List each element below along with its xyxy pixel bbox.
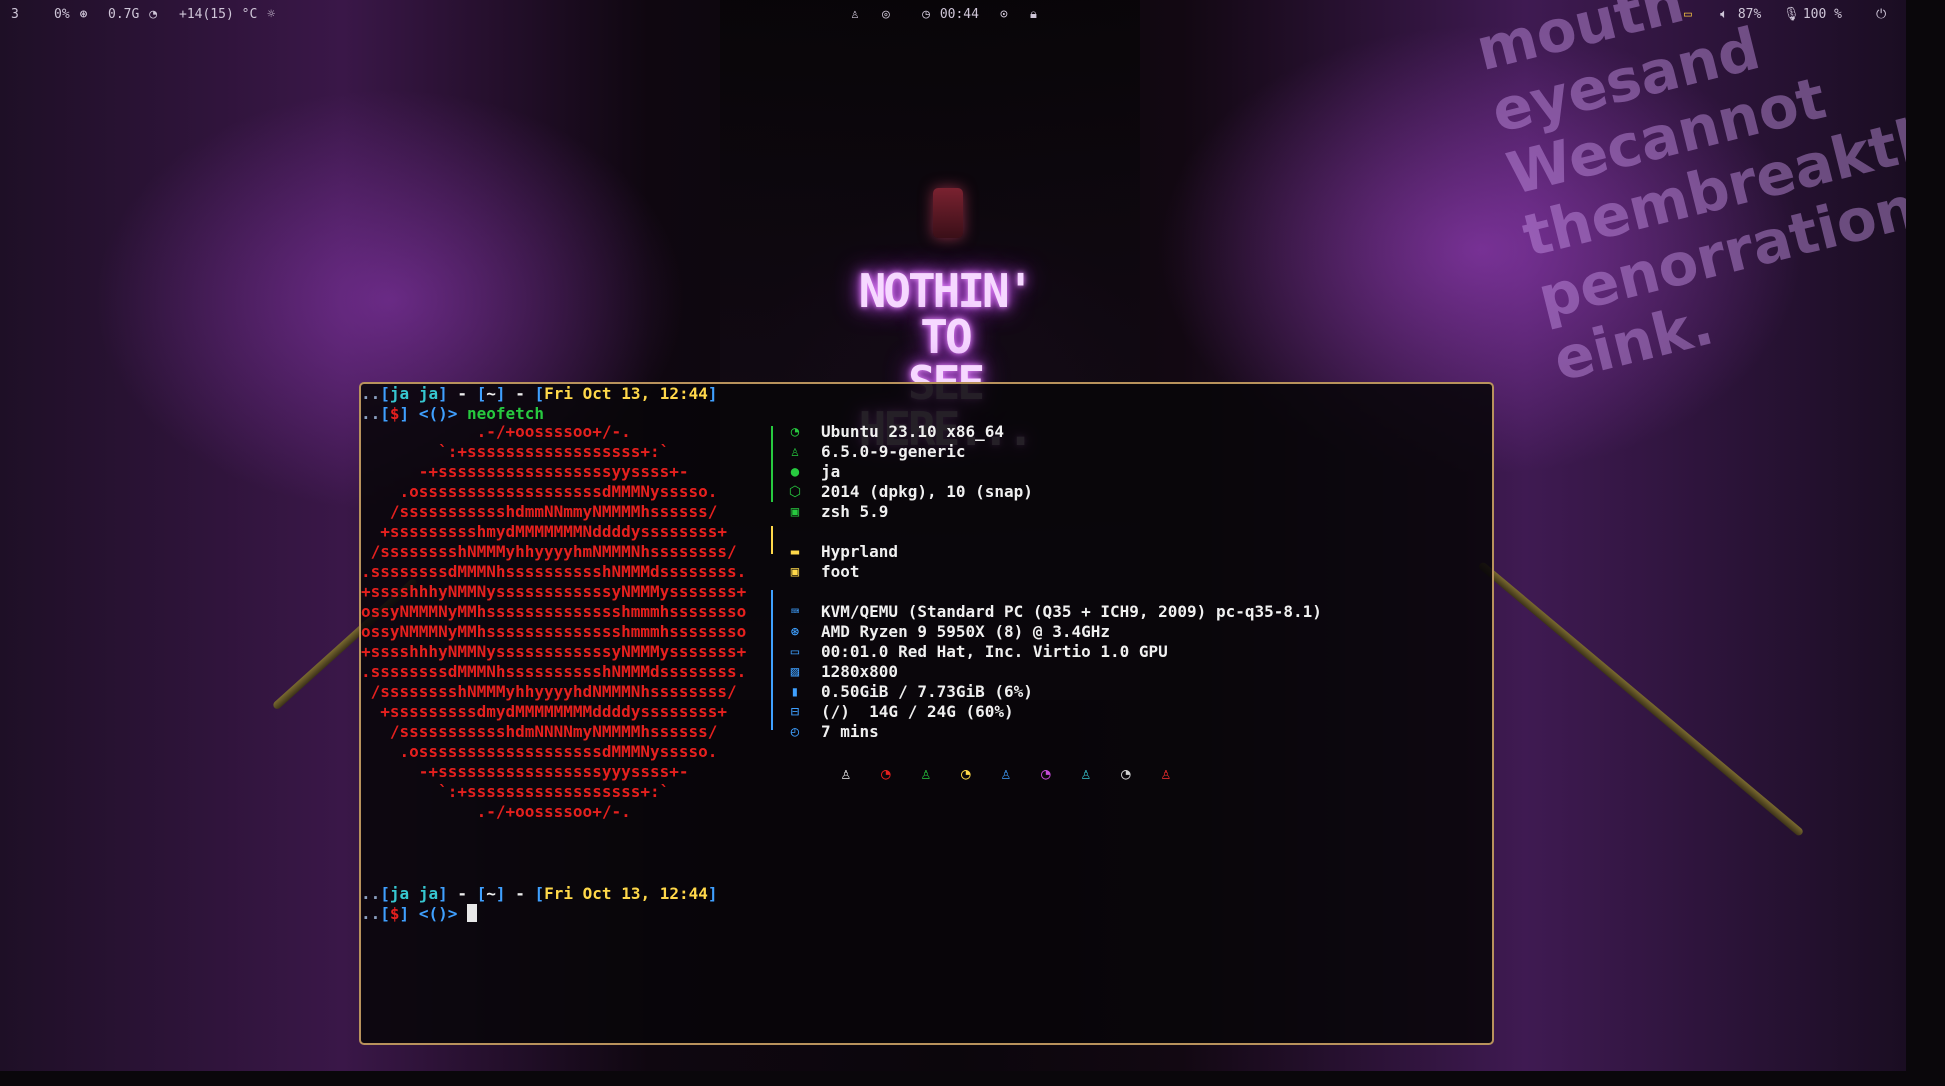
ascii-line: .ssssssssdMMMNhsssssssssshNMMMdssssssss. (361, 562, 747, 581)
memory-icon: ◔ (149, 7, 158, 22)
cpu-icon: ⊛ (79, 7, 88, 22)
prompt-symbol: $ (389, 904, 400, 923)
microphone-icon: 🎙︎ (1783, 7, 1800, 22)
ascii-line: /ssssssssssshdmmNNmmyNMMMMhssssss/ (361, 502, 718, 521)
tux-icon: ♙ (841, 764, 851, 783)
screen-edge-bottom (0, 1071, 1945, 1086)
ascii-line: +sssssssssdmydMMMMMMMMddddyssssssss+ (361, 702, 728, 721)
prompt-date: Fri Oct 13, 12:44 (544, 884, 708, 903)
prompt-tail: <()> (418, 404, 458, 423)
ascii-line: .osssssssssssssssssssdMMMNysssso. (361, 742, 718, 761)
image-icon: ▨ (790, 664, 800, 680)
ascii-line: .ssssssssdMMMNhsssssssssshNMMMdssssssss. (361, 662, 747, 681)
text-cursor (467, 904, 477, 922)
ascii-line: .-/+oossssoo+/-. (361, 422, 631, 441)
command-text: neofetch (467, 404, 545, 423)
record-icon[interactable]: ⊙ (1000, 7, 1008, 22)
volume-widget[interactable]: 🔈︎ 87% (1718, 7, 1761, 22)
prompt-symbol: $ (389, 404, 400, 423)
prompt-user: ja (389, 384, 410, 403)
wallpaper-lamp (933, 188, 963, 238)
tree-branch-system (771, 426, 773, 502)
ascii-line: .-/+oossssoo+/-. (361, 802, 631, 821)
debian-icon: ◔ (961, 764, 971, 783)
cpu-widget[interactable]: 0% ⊛ (54, 7, 89, 22)
ascii-line: +ssssssssshmydMMMMMMMNddddyssssssss+ (361, 522, 728, 541)
ascii-line: /ssssssssssshdmNNNNmyNMMMMhssssss/ (361, 722, 718, 741)
display-icon[interactable]: ▭ (1684, 7, 1692, 22)
ascii-line: -+ssssssssssssssssssyyssss+- (361, 462, 689, 481)
command-line-1: ..[$] <()> neofetch (361, 404, 545, 423)
prompt-date: Fri Oct 13, 12:44 (544, 384, 708, 403)
ascii-line: -+sssssssssssssssssyyyssss+- (361, 762, 689, 781)
status-bar: 3 0% ⊛ 0.7G ◔ +14(15) °C ☼ ♙ ◎ ◷ 00:44 ⊙… (0, 0, 1945, 28)
prompt-line-2: ..[ja ja] - [~] - [Fri Oct 13, 12:44] (361, 884, 718, 903)
workspace-indicator[interactable]: 3 (11, 7, 19, 22)
prompt-line-1: ..[ja ja] - [~] - [Fri Oct 13, 12:44] (361, 384, 718, 403)
prompt-tail: <()> (418, 904, 458, 923)
microphone-value: 100 % (1802, 7, 1842, 22)
ubuntu-ascii-logo: .-/+oossssoo+/-. `:+ssssssssssssssssss+:… (361, 422, 746, 822)
terminal-icon: ▣ (790, 504, 800, 520)
terminal-window[interactable]: ..[ja ja] - [~] - [Fri Oct 13, 12:44] ..… (359, 382, 1494, 1045)
ascii-line: ossyNMMMNyMMhsssssssssssssshmmmhssssssso (361, 602, 747, 621)
tree-branch-desktop (771, 526, 773, 554)
ascii-line: +sssshhhyNMMNyssssssssssssyNMMMysssssss+ (361, 642, 747, 661)
package-icon: ⬡ (788, 484, 802, 500)
user-icon: ● (790, 464, 800, 480)
lock-icon[interactable]: 🔒︎ (1030, 7, 1037, 22)
speaker-icon: 🔈︎ (1720, 7, 1728, 22)
temperature-widget[interactable]: +14(15) °C ☼ (179, 7, 277, 22)
window-icon: ▬ (790, 544, 800, 560)
laptop-icon: ⌨ (790, 604, 800, 620)
cpu-icon: ⊛ (790, 624, 800, 640)
prompt-dir: ~ (486, 884, 496, 903)
timer-icon: ◴ (790, 724, 800, 740)
memory-widget[interactable]: 0.7G ◔ (108, 7, 159, 22)
volume-value: 87% (1737, 7, 1762, 22)
debian-icon: ◔ (881, 764, 891, 783)
prompt-user: ja (389, 884, 410, 903)
tux-icon: ♙ (790, 444, 800, 460)
memory-value: 0.7G (108, 7, 140, 22)
tux-icon: ♙ (1161, 764, 1171, 783)
ascii-line: `:+ssssssssssssssssss+:` (361, 782, 670, 801)
memory-icon: ▮ (790, 684, 800, 700)
monitor-icon: ▭ (790, 644, 800, 660)
ascii-line: `:+ssssssssssssssssss+:` (361, 442, 670, 461)
prompt-host: ja (418, 884, 439, 903)
tree-branch-hardware (771, 590, 773, 730)
clock-widget[interactable]: ◷ 00:44 (920, 7, 979, 22)
idle-inhibitor-icon[interactable]: ◎ (882, 7, 890, 22)
ascii-line: ossyNMMMNyMMhsssssssssssssshmmmhssssssso (361, 622, 747, 641)
disk-icon: ⊟ (790, 704, 800, 720)
sun-icon: ☼ (267, 7, 276, 22)
tux-icon[interactable]: ♙ (851, 7, 859, 22)
neon-line-1: NOTHIN' TO (858, 264, 1035, 364)
ascii-line: .osssssssssssssssssssdMMMNysssso. (361, 482, 718, 501)
ascii-line: /sssssssshNMMMyhhyyyyhdNMMMNhssssssss/ (361, 682, 737, 701)
power-icon[interactable]: ⏻ (1876, 7, 1886, 22)
clock-icon: ◷ (922, 7, 930, 22)
tux-icon: ♙ (1001, 764, 1011, 783)
temperature-value: +14(15) °C (179, 7, 258, 22)
debian-icon: ◔ (1121, 764, 1131, 783)
tux-icon: ♙ (1081, 764, 1091, 783)
tux-icon: ♙ (921, 764, 931, 783)
ascii-line: /sssssssshNMMMyhhyyyyhmNMMMNhssssssss/ (361, 542, 737, 561)
screen-edge (1906, 0, 1945, 1086)
debian-icon: ◔ (1041, 764, 1051, 783)
terminal-app-icon: ▣ (790, 564, 800, 580)
microphone-widget[interactable]: 🎙︎ 100 % (1783, 7, 1842, 22)
ubuntu-icon: ◔ (790, 424, 800, 440)
ascii-line: +sssshhhyNMMNyssssssssssssyNMMMysssssss+ (361, 582, 747, 601)
command-line-2[interactable]: ..[$] <()> (361, 904, 477, 924)
prompt-host: ja (418, 384, 439, 403)
cpu-value: 0% (54, 7, 70, 22)
prompt-dir: ~ (486, 384, 496, 403)
clock-value: 00:44 (939, 7, 979, 22)
